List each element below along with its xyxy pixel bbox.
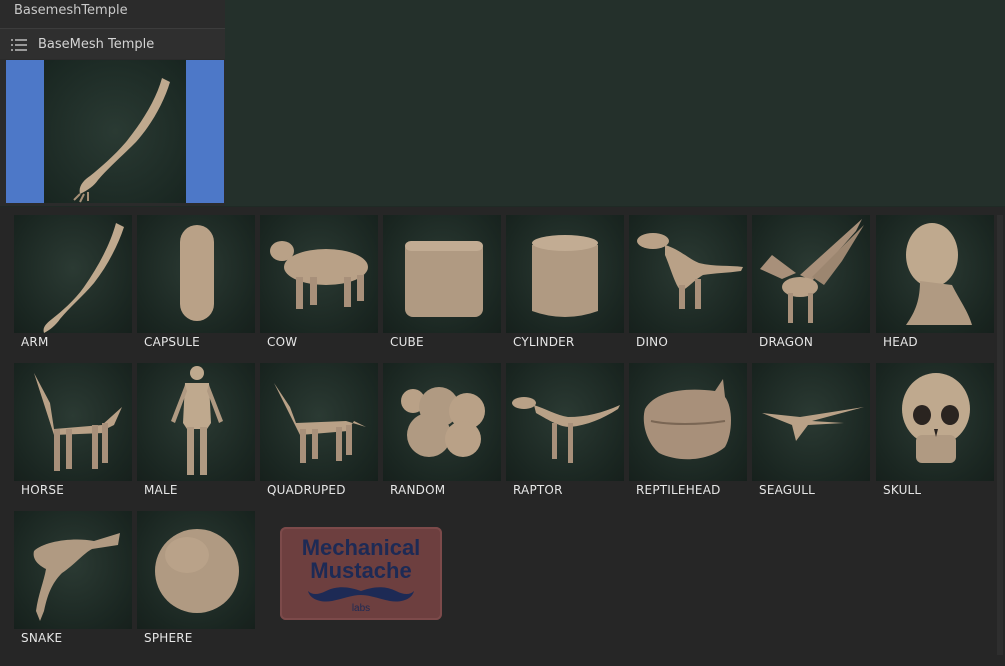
cylinder-icon — [532, 235, 598, 317]
tile-label-horse: HORSE — [21, 483, 65, 497]
random-icon — [401, 387, 485, 457]
tile-cylinder[interactable] — [506, 215, 624, 333]
cube-icon — [405, 241, 483, 317]
arm-preview-icon — [73, 78, 170, 203]
tile-reptilehead[interactable] — [629, 363, 747, 481]
tile-label-cow: COW — [267, 335, 298, 349]
addon-panel: BasemeshTemple BaseMesh Temple — [0, 0, 225, 206]
tile-label-random: RANDOM — [390, 483, 446, 497]
selector-label: BaseMesh Temple — [38, 37, 155, 52]
seagull-icon — [762, 407, 864, 441]
skull-icon — [902, 373, 970, 463]
tile-capsule[interactable] — [137, 215, 255, 333]
tile-label-sphere: SPHERE — [144, 631, 193, 645]
list-icon — [11, 39, 27, 51]
tile-cow[interactable] — [260, 215, 378, 333]
raptor-icon — [512, 397, 620, 463]
logo-line3: labs — [351, 603, 371, 614]
tile-quadruped[interactable] — [260, 363, 378, 481]
tile-dragon[interactable] — [752, 215, 870, 333]
scrollbar[interactable] — [997, 215, 1003, 655]
selected-preview[interactable] — [6, 60, 224, 203]
mechanical-mustache-logo: Mechanical Mustache labs — [280, 527, 442, 620]
tile-label-male: MALE — [144, 483, 178, 497]
tile-horse[interactable] — [14, 363, 132, 481]
tile-dino[interactable] — [629, 215, 747, 333]
tile-label-capsule: CAPSULE — [144, 335, 200, 349]
tile-label-raptor: RAPTOR — [513, 483, 563, 497]
snake-icon — [33, 533, 121, 621]
tile-raptor[interactable] — [506, 363, 624, 481]
tile-snake[interactable] — [14, 511, 132, 629]
quadruped-icon — [274, 383, 366, 463]
sphere-icon — [155, 529, 239, 613]
head-icon — [906, 223, 972, 325]
tile-label-dragon: DRAGON — [759, 335, 814, 349]
horse-icon — [34, 373, 122, 471]
addon-title: BasemeshTemple — [14, 3, 128, 18]
dino-icon — [637, 233, 743, 309]
tile-label-reptilehead: REPTILEHEAD — [636, 483, 721, 497]
arm-icon — [43, 223, 124, 333]
tile-label-seagull: SEAGULL — [759, 483, 816, 497]
tile-label-snake: SNAKE — [21, 631, 63, 645]
tile-cube[interactable] — [383, 215, 501, 333]
reptilehead-icon — [643, 379, 731, 460]
male-icon — [171, 366, 223, 475]
tile-random[interactable] — [383, 363, 501, 481]
tile-label-arm: ARM — [21, 335, 49, 349]
tile-sphere[interactable] — [137, 511, 255, 629]
tile-label-cylinder: CYLINDER — [513, 335, 575, 349]
cow-icon — [270, 241, 368, 309]
capsule-icon — [180, 225, 214, 321]
tile-arm[interactable] — [14, 215, 132, 333]
tile-label-quadruped: QUADRUPED — [267, 483, 346, 497]
mustache-icon — [308, 587, 414, 602]
tile-skull[interactable] — [876, 363, 994, 481]
preview-thumbnail — [44, 60, 186, 203]
tile-seagull[interactable] — [752, 363, 870, 481]
logo-line2: Mustache — [310, 558, 412, 583]
3d-viewport[interactable] — [225, 0, 1005, 206]
tile-label-cube: CUBE — [390, 335, 424, 349]
tile-label-dino: DINO — [636, 335, 669, 349]
tile-label-head: HEAD — [883, 335, 918, 349]
tile-label-skull: SKULL — [883, 483, 922, 497]
basemesh-selector[interactable]: BaseMesh Temple — [0, 29, 225, 59]
tile-head[interactable] — [876, 215, 994, 333]
tile-male[interactable] — [137, 363, 255, 481]
dragon-icon — [760, 219, 864, 323]
